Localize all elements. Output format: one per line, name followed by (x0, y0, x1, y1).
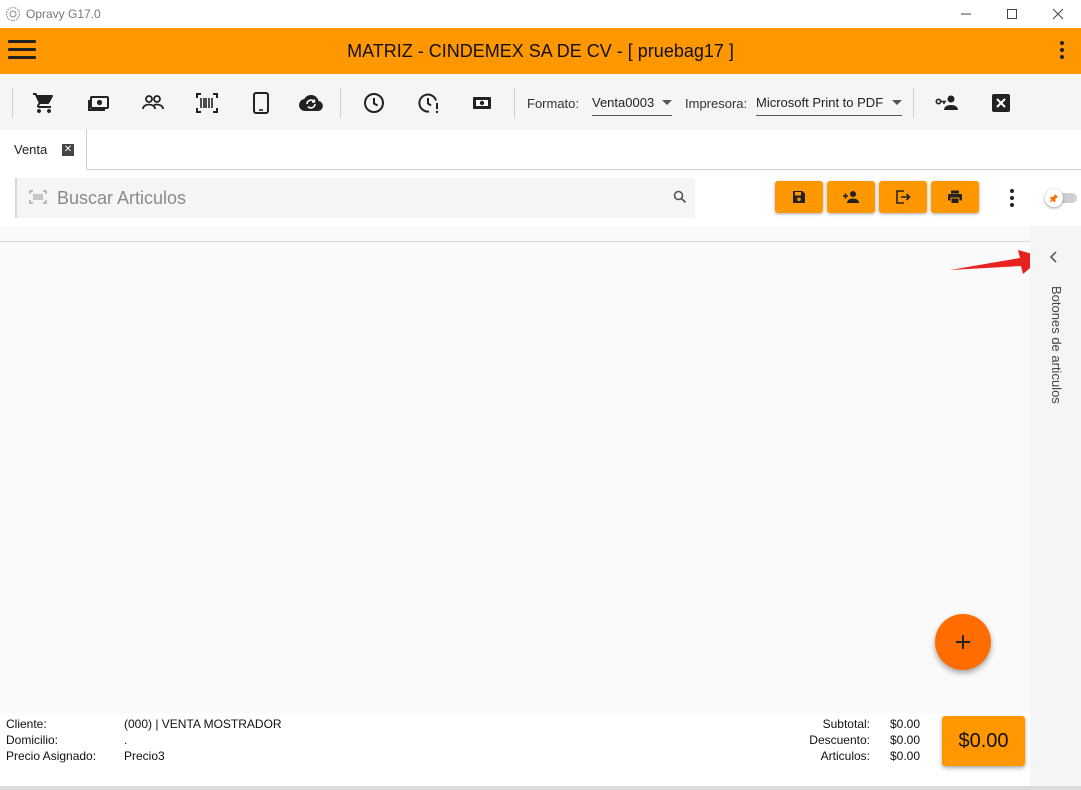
people-icon (142, 95, 164, 110)
cash-button[interactable] (86, 90, 112, 116)
dot (1010, 203, 1014, 207)
clock-button[interactable] (361, 90, 387, 116)
maximize-button[interactable] (989, 0, 1035, 28)
descuento-value: $0.00 (890, 733, 921, 747)
article-buttons-panel: Botones de articulos (1030, 226, 1081, 786)
plus-icon (956, 635, 970, 649)
impresora-value: Microsoft Print to PDF (756, 95, 884, 110)
formato-label: Formato: (527, 96, 580, 111)
cliente-value: (000) | VENTA MOSTRADOR (124, 717, 282, 731)
clock-alert-button[interactable] (416, 90, 442, 116)
impresora-select[interactable]: Microsoft Print to PDF (756, 92, 902, 116)
add-item-fab[interactable] (935, 614, 991, 670)
window-bottom-edge (0, 786, 1081, 790)
close-session-button[interactable] (988, 90, 1014, 116)
side-panel-label[interactable]: Botones de articulos (1049, 286, 1064, 404)
app-logo-icon (5, 6, 21, 22)
search-row (0, 170, 1081, 226)
window-title-bar: Opravy G17.0 (0, 0, 1081, 28)
descuento-label: Descuento: (809, 733, 870, 747)
barcode-button[interactable] (194, 90, 220, 116)
total-pay-button[interactable]: $0.00 (942, 716, 1025, 766)
barcode-icon (196, 93, 218, 113)
dot (1060, 55, 1064, 59)
tab-venta[interactable]: Venta ✕ (0, 130, 87, 170)
chevron-down-icon (662, 100, 672, 105)
save-button[interactable] (775, 181, 823, 213)
pin-toggle[interactable] (1045, 189, 1077, 207)
tab-label: Venta (14, 142, 48, 157)
toolbar-divider (913, 88, 914, 118)
sale-summary-footer: Cliente: (000) | VENTA MOSTRADOR Domicil… (0, 713, 1030, 786)
minimize-icon (961, 13, 971, 15)
articulos-value: $0.00 (890, 749, 921, 763)
items-area (0, 226, 1030, 713)
toolbar-divider (12, 88, 13, 118)
clock-icon (364, 93, 384, 113)
dot (1060, 41, 1064, 45)
cash-icon (88, 96, 109, 111)
cloud-sync-button[interactable] (298, 90, 324, 116)
save-icon (793, 191, 805, 203)
formato-select[interactable]: Venta0003 (592, 92, 672, 116)
items-header-divider (0, 241, 1030, 242)
subtotal-value: $0.00 (890, 717, 921, 731)
barcode-scan-icon (29, 190, 47, 204)
subtotal-label: Subtotal: (822, 717, 870, 731)
more-actions-button[interactable] (1009, 189, 1015, 207)
tab-close-icon[interactable]: ✕ (62, 144, 74, 156)
minimize-button[interactable] (943, 0, 989, 28)
impresora-label: Impresora: (685, 96, 748, 111)
articulos-label: Articulos: (820, 749, 870, 763)
dot (1060, 48, 1064, 52)
domicilio-value: . (124, 733, 128, 747)
close-box-icon (992, 94, 1010, 112)
clock-alert-icon (418, 93, 439, 114)
cliente-label: Cliente: (6, 717, 47, 731)
maximize-icon (1007, 9, 1017, 19)
add-customer-button[interactable] (827, 181, 875, 213)
tablet-button[interactable] (248, 90, 274, 116)
cart-icon (33, 93, 54, 113)
exit-button[interactable] (879, 181, 927, 213)
toolbar-divider (514, 88, 515, 118)
search-icon[interactable] (673, 190, 687, 204)
user-key-button[interactable] (934, 90, 960, 116)
people-button[interactable] (140, 90, 166, 116)
money-button[interactable] (469, 90, 495, 116)
search-input[interactable] (57, 184, 657, 212)
page-title: MATRIZ - CINDEMEX SA DE CV - [ pruebag17… (347, 41, 734, 61)
dot (1010, 196, 1014, 200)
user-key-icon (935, 95, 958, 110)
domicilio-label: Domicilio: (6, 733, 59, 747)
close-window-button[interactable] (1035, 0, 1081, 28)
dot (1010, 189, 1014, 193)
chevron-down-icon (892, 100, 902, 105)
cloud-sync-icon (299, 94, 323, 111)
pin-icon (1049, 194, 1058, 203)
cart-button[interactable] (31, 90, 57, 116)
formato-value: Venta0003 (592, 95, 655, 110)
toggle-knob (1045, 189, 1063, 207)
app-header: MATRIZ - CINDEMEX SA DE CV - [ pruebag17… (0, 28, 1081, 74)
money-icon (473, 97, 491, 109)
add-user-icon (843, 191, 859, 203)
print-button[interactable] (931, 181, 979, 213)
precio-label: Precio Asignado: (6, 749, 97, 763)
window-title: Opravy G17.0 (26, 7, 101, 21)
toolbar-divider (340, 88, 341, 118)
precio-value: Precio3 (124, 749, 165, 763)
window-controls (943, 0, 1081, 28)
print-icon (948, 190, 962, 204)
chevron-left-icon[interactable] (1048, 250, 1058, 264)
tab-bar: Venta ✕ (0, 130, 1081, 170)
tablet-icon (253, 92, 269, 114)
exit-icon (896, 190, 911, 204)
more-options-button[interactable] (1059, 41, 1065, 61)
close-icon (1052, 8, 1064, 20)
search-box (15, 178, 695, 218)
toolbar: Formato: Venta0003 Impresora: Microsoft … (0, 74, 1081, 130)
